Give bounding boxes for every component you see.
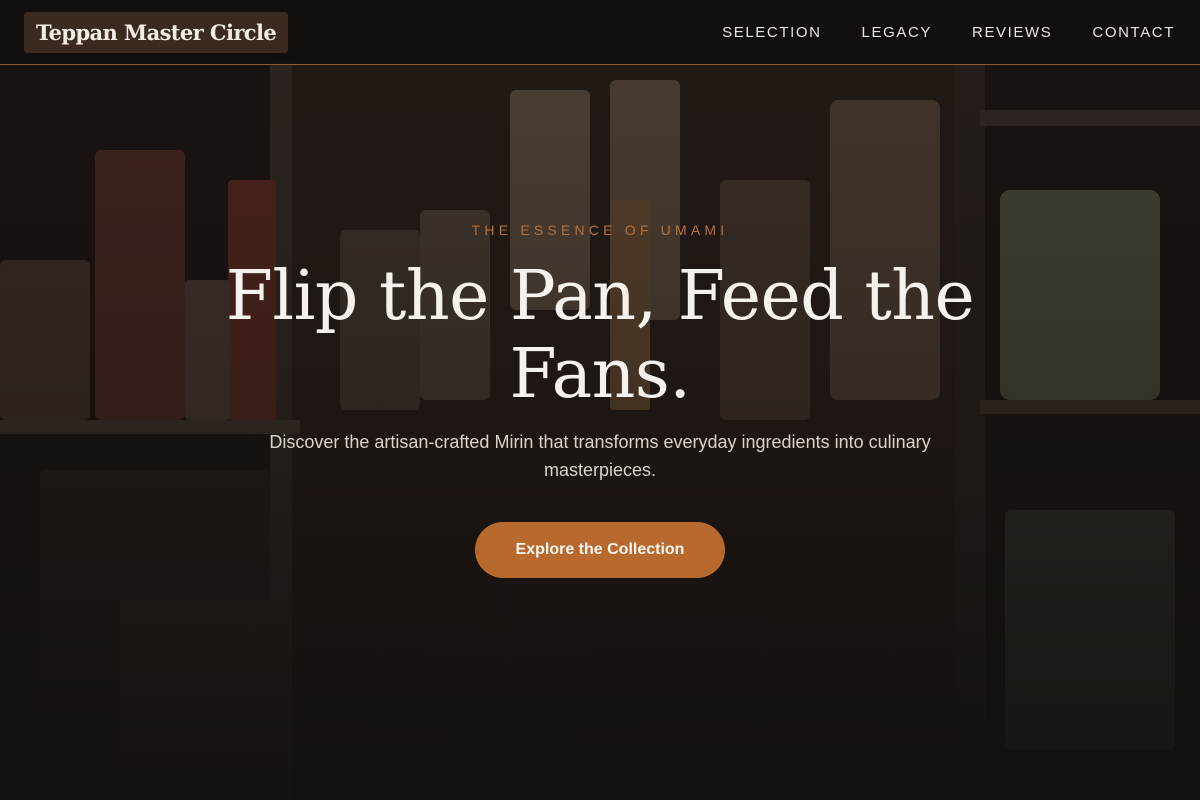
hero-section: THE ESSENCE OF UMAMI Flip the Pan, Feed …	[0, 0, 1200, 800]
hero-headline: Flip the Pan, Feed the Fans.	[225, 257, 975, 414]
brand-logo[interactable]: Teppan Master Circle	[24, 11, 289, 53]
nav-link-contact[interactable]: CONTACT	[1092, 24, 1175, 41]
explore-collection-button[interactable]: Explore the Collection	[475, 522, 725, 578]
hero-eyebrow: THE ESSENCE OF UMAMI	[471, 222, 729, 238]
hero-subtext: Discover the artisan-crafted Mirin that …	[269, 432, 931, 480]
primary-nav: SELECTION LEGACY REVIEWS CONTACT	[722, 24, 1176, 41]
nav-link-selection[interactable]: SELECTION	[722, 24, 821, 41]
nav-link-legacy[interactable]: LEGACY	[862, 24, 932, 41]
nav-link-reviews[interactable]: REVIEWS	[972, 24, 1052, 41]
top-navbar: Teppan Master Circle SELECTION LEGACY RE…	[0, 0, 1200, 65]
